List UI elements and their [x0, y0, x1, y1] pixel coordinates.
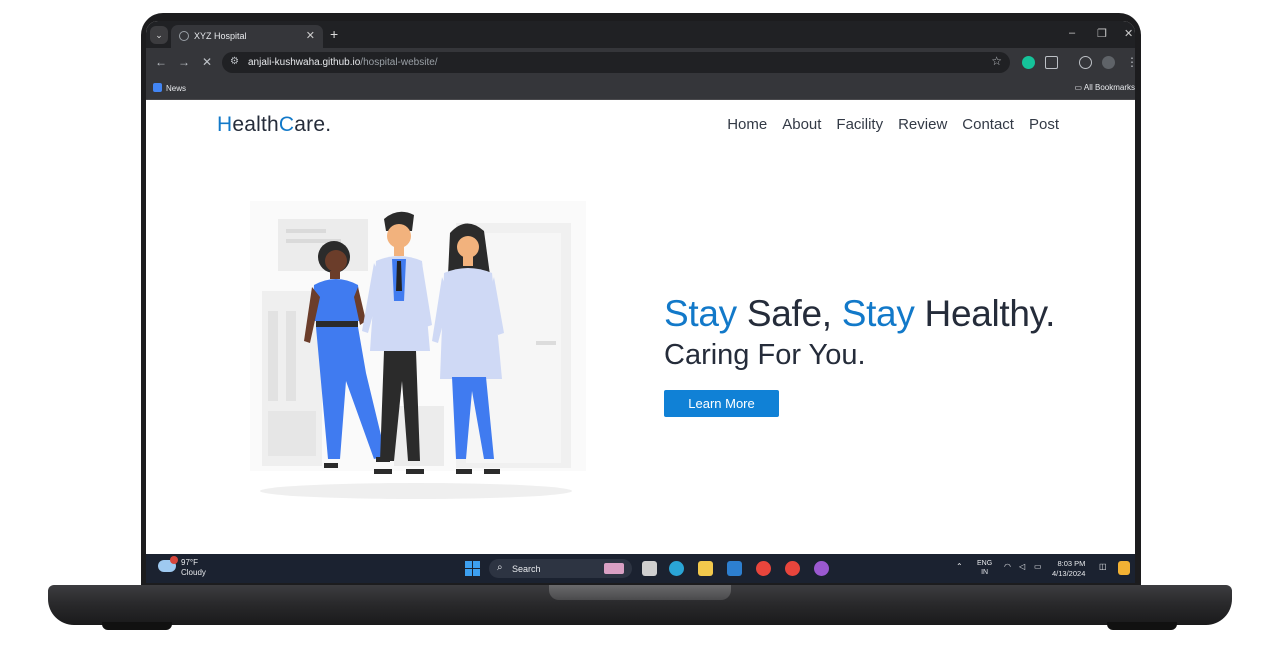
web-page: HealthCare. Home About Facility Review C…: [146, 101, 1135, 554]
browser-tab[interactable]: XYZ Hospital ✕: [171, 25, 323, 48]
hero-title: Stay Safe, Stay Healthy.: [664, 293, 1055, 335]
edge-icon[interactable]: [669, 561, 684, 576]
site-info-icon[interactable]: ⚙: [230, 56, 239, 67]
news-icon: [153, 83, 162, 92]
laptop-foot-left: [102, 622, 172, 630]
stop-icon[interactable]: ✕: [202, 55, 212, 69]
new-tab-button[interactable]: +: [330, 26, 338, 42]
file-explorer-icon[interactable]: [698, 561, 713, 576]
search-highlight-icon: [604, 563, 624, 574]
hero-title-stay-2: Stay: [841, 293, 915, 334]
nav-review[interactable]: Review: [898, 116, 947, 133]
nav-facility[interactable]: Facility: [836, 116, 883, 133]
url-text: anjali-kushwaha.github.io/hospital-websi…: [248, 57, 438, 68]
windows-taskbar: 97°F Cloudy ⌕ Search ⌃ ENG IN ◠ ◁ ▭ 8:03 P…: [146, 554, 1135, 583]
hero-text: Stay Safe, Stay Healthy. Caring For You.: [664, 293, 1055, 372]
laptop-notch: [549, 585, 731, 600]
logo-text-2: are.: [294, 113, 332, 136]
hero-subtitle: Caring For You.: [664, 339, 866, 371]
browser-menu-icon[interactable]: ⋮: [1126, 55, 1135, 69]
logo-letter-h: H: [217, 113, 233, 136]
nav-about[interactable]: About: [782, 116, 821, 133]
chrome-icon-2[interactable]: [785, 561, 800, 576]
restore-icon[interactable]: ❐: [1097, 27, 1107, 40]
weather-condition: Cloudy: [181, 568, 206, 577]
close-icon[interactable]: ✕: [1124, 27, 1133, 40]
all-bookmarks-label: All Bookmarks: [1083, 83, 1135, 92]
nav-contact[interactable]: Contact: [962, 116, 1014, 133]
chrome-profile-icon[interactable]: [814, 561, 829, 576]
laptop-foot-right: [1107, 622, 1177, 630]
nav-post[interactable]: Post: [1029, 116, 1059, 133]
tray-chevron-icon[interactable]: ⌃: [956, 562, 963, 571]
nav-home[interactable]: Home: [727, 116, 767, 133]
laptop-mockup: ⌄ XYZ Hospital ✕ + – ❐ ✕ ← → ✕ ⚙ anjali-…: [0, 0, 1280, 645]
hero-title-stay-1: Stay: [664, 293, 737, 334]
tab-search-icon[interactable]: ⌄: [150, 26, 168, 44]
extensions-icon[interactable]: [1045, 56, 1058, 69]
grammarly-icon[interactable]: [1022, 56, 1035, 69]
logo-letter-c: C: [278, 113, 295, 136]
notification-badge: [170, 556, 178, 564]
tab-favicon-icon: [179, 31, 189, 41]
logo-text-1: ealth: [232, 113, 279, 136]
bookmark-news[interactable]: News: [153, 83, 186, 93]
lang-primary: ENG: [977, 560, 993, 567]
all-bookmarks[interactable]: ▭ All Bookmarks: [1075, 83, 1135, 92]
avatar[interactable]: [1102, 56, 1115, 69]
notification-icon[interactable]: ◫: [1099, 562, 1107, 571]
forward-icon[interactable]: →: [178, 55, 190, 69]
weather-temp: 97°F: [181, 558, 198, 567]
back-icon[interactable]: ←: [155, 55, 167, 69]
windows-start-icon[interactable]: [465, 561, 480, 576]
site-logo[interactable]: HealthCare.: [217, 113, 331, 137]
volume-icon[interactable]: ◁: [1019, 562, 1025, 571]
task-view-icon[interactable]: [642, 561, 657, 576]
search-label: Search: [512, 564, 541, 574]
learn-more-button[interactable]: Learn More: [664, 390, 779, 417]
clock-time: 8:03 PM: [1057, 559, 1086, 568]
search-icon: ⌕: [497, 562, 503, 573]
address-bar[interactable]: ⚙ anjali-kushwaha.github.io/hospital-web…: [222, 52, 1010, 73]
lang-secondary: IN: [981, 569, 989, 576]
chrome-icon[interactable]: [756, 561, 771, 576]
language-indicator[interactable]: ENG IN: [977, 559, 992, 577]
hero-title-safe: Safe,: [736, 293, 842, 334]
tab-close-icon[interactable]: ✕: [306, 29, 315, 42]
screen: ⌄ XYZ Hospital ✕ + – ❐ ✕ ← → ✕ ⚙ anjali-…: [146, 21, 1135, 583]
hero-title-healthy: Healthy.: [914, 293, 1056, 334]
bookmark-star-icon[interactable]: ☆: [991, 54, 1002, 68]
battery-icon[interactable]: ▭: [1034, 562, 1042, 571]
taskbar-search[interactable]: ⌕ Search: [489, 559, 632, 578]
folder-icon: ▭: [1074, 83, 1084, 92]
main-nav: Home About Facility Review Contact Post: [727, 116, 1059, 133]
url-host: anjali-kushwaha.github.io: [248, 57, 361, 68]
wifi-icon[interactable]: ◠: [1004, 562, 1011, 571]
bookmarks-bar: News ▭ All Bookmarks: [146, 77, 1135, 100]
url-path: /hospital-website/: [360, 57, 438, 68]
doctors-illustration: [250, 201, 586, 499]
profile-sync-icon[interactable]: [1079, 56, 1092, 69]
browser-tab-bar: ⌄ XYZ Hospital ✕ + – ❐ ✕: [146, 21, 1135, 48]
tab-title: XYZ Hospital: [194, 31, 247, 41]
minimize-icon[interactable]: –: [1069, 27, 1075, 39]
clock[interactable]: 8:03 PM 4/13/2024: [1052, 559, 1085, 579]
copilot-icon[interactable]: [1118, 561, 1130, 575]
clock-date: 4/13/2024: [1052, 569, 1086, 578]
vscode-icon[interactable]: [727, 561, 742, 576]
browser-toolbar: ← → ✕ ⚙ anjali-kushwaha.github.io/hospit…: [146, 48, 1135, 77]
bookmark-news-label: News: [166, 84, 187, 93]
